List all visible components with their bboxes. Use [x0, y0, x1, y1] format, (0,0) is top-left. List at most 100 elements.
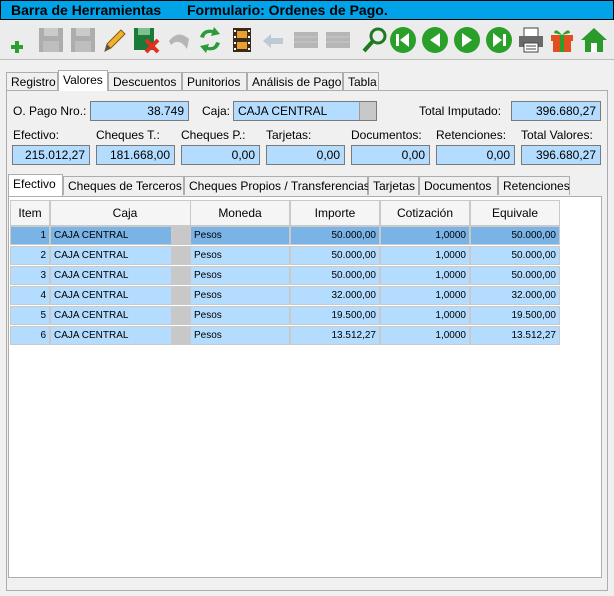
moneda-cell[interactable]: Pesos	[190, 326, 290, 345]
edit-pencil-icon	[104, 29, 126, 52]
caja-cell-dropdown-button[interactable]	[172, 246, 190, 265]
item-cell[interactable]: 1	[10, 226, 50, 245]
add-button[interactable]	[2, 23, 36, 57]
moneda-cell[interactable]: Pesos	[190, 226, 290, 245]
window-title: Barra de Herramientas	[11, 2, 162, 18]
col-header-item[interactable]: Item	[10, 200, 50, 226]
col-header-equivale[interactable]: Equivale	[470, 200, 560, 226]
tab-tabla[interactable]: Tabla	[343, 72, 379, 91]
item-cell[interactable]: 6	[10, 326, 50, 345]
save-button[interactable]	[34, 23, 68, 57]
efectivo-label: Efectivo:	[13, 128, 60, 142]
caja-cell-dropdown-button[interactable]	[172, 326, 190, 345]
tab-punitorios[interactable]: Punitorios	[182, 72, 247, 91]
delete-icon	[134, 28, 160, 54]
caja-label: Caja:	[202, 104, 231, 118]
caja-cell[interactable]: CAJA CENTRAL	[50, 306, 172, 325]
cotizacion-cell[interactable]: 1,0000	[380, 246, 470, 265]
equivale-cell[interactable]: 50.000,00	[470, 246, 560, 265]
cotizacion-cell[interactable]: 1,0000	[380, 266, 470, 285]
form-title: Formulario: Ordenes de Pago.	[187, 2, 388, 18]
importe-cell[interactable]: 19.500,00	[290, 306, 380, 325]
cheques-t-total-field: 181.668,00	[96, 145, 175, 165]
tab-analisis-de-pago[interactable]: Análisis de Pago	[247, 72, 343, 91]
caja-cell[interactable]: CAJA CENTRAL	[50, 246, 172, 265]
undo-button[interactable]	[161, 23, 195, 57]
app-window: Barra de Herramientas Formulario: Ordene…	[0, 0, 614, 596]
subtab-efectivo[interactable]: Efectivo	[8, 174, 63, 196]
next-record-button[interactable]	[450, 23, 484, 57]
caja-cell[interactable]: CAJA CENTRAL	[50, 286, 172, 305]
moneda-cell[interactable]: Pesos	[190, 266, 290, 285]
equivale-cell[interactable]: 50.000,00	[470, 226, 560, 245]
opago-label: O. Pago Nro.:	[13, 104, 87, 118]
moneda-cell[interactable]: Pesos	[190, 246, 290, 265]
home-button[interactable]	[577, 23, 611, 57]
tab-valores[interactable]: Valores	[58, 70, 108, 91]
importe-cell[interactable]: 13.512,27	[290, 326, 380, 345]
col-header-caja[interactable]: Caja	[50, 200, 200, 226]
importe-cell[interactable]: 32.000,00	[290, 286, 380, 305]
cotizacion-cell[interactable]: 1,0000	[380, 326, 470, 345]
caja-cell[interactable]: CAJA CENTRAL	[50, 326, 172, 345]
cheques-p-total-field: 0,00	[181, 145, 260, 165]
grid-button[interactable]	[289, 23, 323, 57]
first-record-button[interactable]	[386, 23, 420, 57]
cotizacion-cell[interactable]: 1,0000	[380, 226, 470, 245]
toolbar	[0, 20, 614, 60]
subtab-cheques-de-terceros[interactable]: Cheques de Terceros	[63, 176, 184, 195]
col-header-cotizacion[interactable]: Cotización	[380, 200, 470, 226]
item-cell[interactable]: 4	[10, 286, 50, 305]
cotizacion-cell[interactable]: 1,0000	[380, 286, 470, 305]
equivale-cell[interactable]: 50.000,00	[470, 266, 560, 285]
moneda-cell[interactable]: Pesos	[190, 286, 290, 305]
caja-dropdown-button[interactable]	[359, 102, 376, 120]
edit-button[interactable]	[97, 23, 131, 57]
back-button[interactable]	[257, 23, 291, 57]
opago-number-field[interactable]: 38.749	[90, 101, 189, 121]
first-record-icon	[390, 27, 416, 53]
tab-descuentos[interactable]: Descuentos	[108, 72, 182, 91]
equivale-cell[interactable]: 19.500,00	[470, 306, 560, 325]
caja-cell-dropdown-button[interactable]	[172, 266, 190, 285]
cotizacion-cell[interactable]: 1,0000	[380, 306, 470, 325]
col-header-importe[interactable]: Importe	[290, 200, 380, 226]
gift-icon	[551, 30, 573, 52]
caja-select-value: CAJA CENTRAL	[238, 104, 328, 118]
equivale-cell[interactable]: 32.000,00	[470, 286, 560, 305]
retenciones-total-field: 0,00	[436, 145, 515, 165]
save-icon	[39, 28, 63, 52]
film-button[interactable]	[225, 23, 259, 57]
refresh-button[interactable]	[193, 23, 227, 57]
caja-cell[interactable]: CAJA CENTRAL	[50, 226, 172, 245]
tab-registro[interactable]: Registro	[6, 72, 58, 91]
subtab-retenciones[interactable]: Retenciones	[498, 176, 570, 195]
importe-cell[interactable]: 50.000,00	[290, 246, 380, 265]
delete-button[interactable]	[129, 23, 163, 57]
caja-cell-dropdown-button[interactable]	[172, 226, 190, 245]
equivale-cell[interactable]: 13.512,27	[470, 326, 560, 345]
grid2-button[interactable]	[321, 23, 355, 57]
col-header-moneda[interactable]: Moneda	[190, 200, 290, 226]
last-record-button[interactable]	[482, 23, 516, 57]
prev-record-button[interactable]	[418, 23, 452, 57]
item-cell[interactable]: 5	[10, 306, 50, 325]
gift-button[interactable]	[545, 23, 579, 57]
moneda-cell[interactable]: Pesos	[190, 306, 290, 325]
importe-cell[interactable]: 50.000,00	[290, 226, 380, 245]
importe-cell[interactable]: 50.000,00	[290, 266, 380, 285]
tarjetas-total-field: 0,00	[266, 145, 345, 165]
item-cell[interactable]: 2	[10, 246, 50, 265]
subtab-tarjetas[interactable]: Tarjetas	[368, 176, 419, 195]
caja-cell[interactable]: CAJA CENTRAL	[50, 266, 172, 285]
prev-record-icon	[422, 27, 448, 53]
save-as-icon	[71, 28, 95, 52]
subtab-documentos[interactable]: Documentos	[419, 176, 498, 195]
caja-cell-dropdown-button[interactable]	[172, 286, 190, 305]
item-cell[interactable]: 3	[10, 266, 50, 285]
print-button[interactable]	[514, 23, 548, 57]
caja-cell-dropdown-button[interactable]	[172, 306, 190, 325]
caja-select[interactable]: CAJA CENTRAL	[233, 101, 377, 121]
save-as-button[interactable]	[66, 23, 100, 57]
subtab-cheques-propios[interactable]: Cheques Propios / Transferencias	[184, 176, 370, 195]
